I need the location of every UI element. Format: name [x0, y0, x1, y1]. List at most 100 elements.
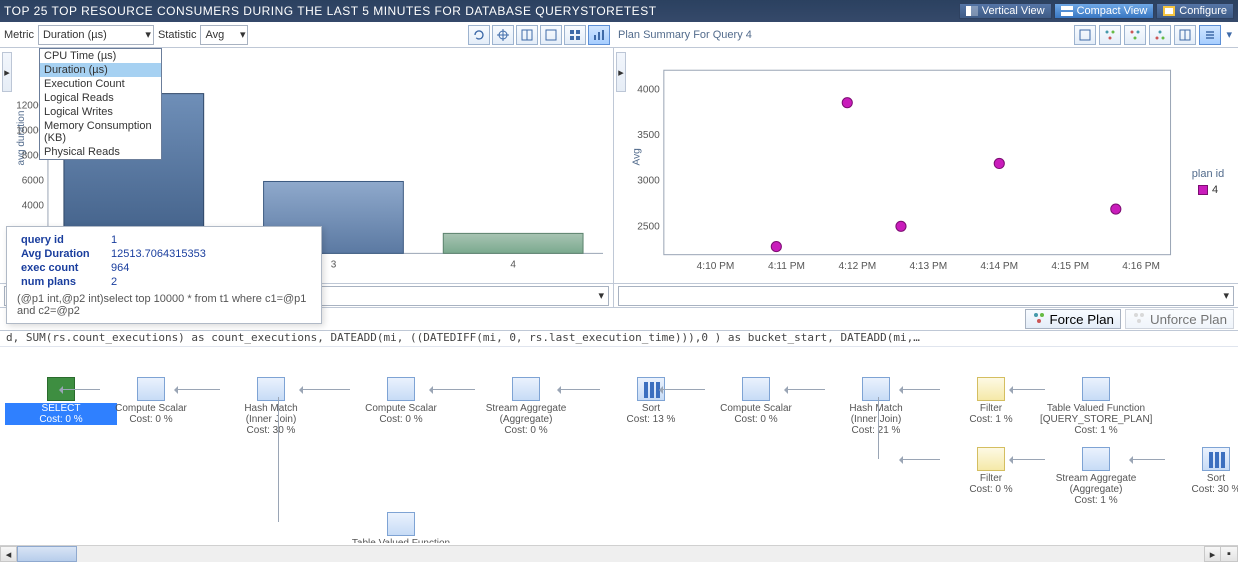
vertical-view-button[interactable]: Vertical View: [959, 3, 1052, 19]
svg-text:2500: 2500: [637, 221, 660, 232]
chevron-down-icon: ▾: [145, 28, 151, 41]
target-button[interactable]: [492, 25, 514, 45]
force-plan-button[interactable]: Force Plan: [1025, 309, 1121, 329]
plan-node-label: Table Valued Function: [345, 538, 457, 543]
plan-tree3-button[interactable]: [1149, 25, 1171, 45]
plan-node-cost: Cost: 1 %: [1040, 425, 1152, 436]
right-plan-select[interactable]: ▾: [618, 286, 1234, 306]
legend-item: 4: [1184, 184, 1232, 196]
plan-node-hm2[interactable]: Hash Match(Inner Join)Cost: 21 %: [820, 377, 932, 436]
plan-node-cost: Cost: 30 %: [215, 425, 327, 436]
metric-option[interactable]: Execution Count: [40, 77, 161, 91]
metric-select[interactable]: Duration (µs) ▾: [38, 25, 154, 45]
compact-view-button[interactable]: Compact View: [1054, 3, 1155, 19]
plan-arrow: [175, 389, 220, 390]
plan-node-sa1[interactable]: Stream Aggregate(Aggregate)Cost: 0 %: [470, 377, 582, 436]
plan-node-label: Filter: [935, 403, 1047, 414]
plan-grid-button[interactable]: [1174, 25, 1196, 45]
plan-node-icon: [742, 377, 770, 401]
metric-option[interactable]: Physical Reads: [40, 145, 161, 159]
vertical-view-icon: [966, 6, 978, 16]
metric-option[interactable]: CPU Time (µs): [40, 49, 161, 63]
metric-option[interactable]: Logical Writes: [40, 105, 161, 119]
chevron-down-icon[interactable]: ▾: [1224, 28, 1234, 41]
plan-tree2-button[interactable]: [1124, 25, 1146, 45]
scroll-thumb[interactable]: [17, 546, 77, 562]
metric-option[interactable]: Memory Consumption (KB): [40, 119, 161, 145]
tooltip-table: query id1 Avg Duration12513.7064315353 e…: [17, 233, 210, 289]
svg-text:4:13 PM: 4:13 PM: [909, 261, 947, 272]
legend-swatch: [1198, 185, 1208, 195]
scroll-track[interactable]: [17, 546, 1204, 562]
plan-list-button[interactable]: [1199, 25, 1221, 45]
force-plan-icon: [1032, 312, 1046, 327]
svg-text:4:16 PM: 4:16 PM: [1122, 261, 1160, 272]
svg-text:4:11 PM: 4:11 PM: [768, 261, 805, 272]
plan-refresh-button[interactable]: [1074, 25, 1096, 45]
view-grid-button[interactable]: [564, 25, 586, 45]
chevron-down-icon: ▾: [1223, 289, 1229, 302]
plan-node-fl1[interactable]: FilterCost: 1 %: [935, 377, 1047, 425]
tooltip-row: Avg Duration12513.7064315353: [17, 247, 210, 261]
scroll-right-button[interactable]: ▸: [1204, 546, 1221, 562]
plan-node-cs2[interactable]: Compute ScalarCost: 0 %: [345, 377, 457, 425]
plan-summary-pane: ▸ Avg 2500 3000 3500 4000 4:10 PM 4:11 P…: [614, 48, 1238, 307]
plan-node-cost: Cost: 0 %: [470, 425, 582, 436]
plan-node-label: Hash Match: [820, 403, 932, 414]
vertical-view-label: Vertical View: [982, 5, 1045, 17]
plan-arrow: [785, 389, 825, 390]
plan-node-tvf1[interactable]: Table Valued Function[QUERY_STORE_PLAN]C…: [1040, 377, 1152, 436]
query-tooltip: query id1 Avg Duration12513.7064315353 e…: [6, 226, 322, 324]
view-chart-button[interactable]: [588, 25, 610, 45]
plan-node-cost: Cost: 21 %: [820, 425, 932, 436]
plan-node-so2[interactable]: SortCost: 30 %: [1160, 447, 1238, 495]
right-bottom-strip: ▾: [614, 283, 1238, 307]
configure-button[interactable]: Configure: [1156, 3, 1234, 19]
expand-handle-left[interactable]: ▸: [2, 52, 12, 92]
plan-node-cost: Cost: 1 %: [1040, 495, 1152, 506]
plan-node-label: Sort: [595, 403, 707, 414]
compact-view-icon: [1061, 6, 1073, 16]
svg-text:Avg: Avg: [632, 148, 643, 165]
plan-connector: [278, 397, 279, 522]
plan-tree-button[interactable]: [1099, 25, 1121, 45]
plan-node-cs1[interactable]: Compute ScalarCost: 0 %: [95, 377, 207, 425]
plan-node-hm1[interactable]: Hash Match(Inner Join)Cost: 30 %: [215, 377, 327, 436]
execution-plan[interactable]: SELECTCost: 0 %Compute ScalarCost: 0 %Ha…: [0, 347, 1238, 543]
plan-connector: [878, 397, 879, 459]
statistic-select[interactable]: Avg ▾: [200, 25, 248, 45]
tooltip-row: num plans2: [17, 275, 210, 289]
view-split-button[interactable]: [516, 25, 538, 45]
plan-node-sa2[interactable]: Stream Aggregate(Aggregate)Cost: 1 %: [1040, 447, 1152, 506]
plan-node-icon: [257, 377, 285, 401]
svg-text:3500: 3500: [637, 130, 660, 141]
scroll-left-button[interactable]: ◂: [0, 546, 17, 562]
plan-node-so1[interactable]: SortCost: 13 %: [595, 377, 707, 425]
view-single-button[interactable]: [540, 25, 562, 45]
legend-title: plan id: [1184, 168, 1232, 180]
expand-handle-right[interactable]: ▸: [616, 52, 626, 92]
title-bar: TOP 25 TOP RESOURCE CONSUMERS DURING THE…: [0, 0, 1238, 22]
plan-node-tvf2[interactable]: Table Valued Function[QUERY_STORE_PLAN]C…: [345, 512, 457, 543]
tooltip-sql: (@p1 int,@p2 int)select top 10000 * from…: [17, 293, 311, 317]
plan-node-fl2[interactable]: FilterCost: 0 %: [935, 447, 1047, 495]
plan-arrow: [1010, 389, 1045, 390]
plan-node-cs3[interactable]: Compute ScalarCost: 0 %: [700, 377, 812, 425]
svg-text:4000: 4000: [637, 85, 660, 96]
scatter-chart[interactable]: Avg 2500 3000 3500 4000 4:10 PM 4:11 PM …: [628, 52, 1178, 279]
unforce-plan-icon: [1132, 312, 1146, 327]
compact-view-label: Compact View: [1077, 5, 1148, 17]
refresh-button[interactable]: [468, 25, 490, 45]
unforce-plan-button[interactable]: Unforce Plan: [1125, 309, 1234, 329]
chevron-down-icon: ▾: [240, 28, 246, 41]
plan-arrow: [660, 389, 705, 390]
configure-label: Configure: [1179, 5, 1227, 17]
plan-node-cost: Cost: 0 %: [95, 414, 207, 425]
tooltip-value: 964: [107, 261, 210, 275]
tooltip-key: num plans: [17, 275, 107, 289]
horizontal-scrollbar[interactable]: ◂ ▸ ▪: [0, 545, 1238, 562]
metric-option[interactable]: Logical Reads: [40, 91, 161, 105]
plan-node-cost: Cost: 1 %: [935, 414, 1047, 425]
metric-option[interactable]: Duration (µs): [40, 63, 161, 77]
unforce-plan-label: Unforce Plan: [1150, 312, 1227, 327]
